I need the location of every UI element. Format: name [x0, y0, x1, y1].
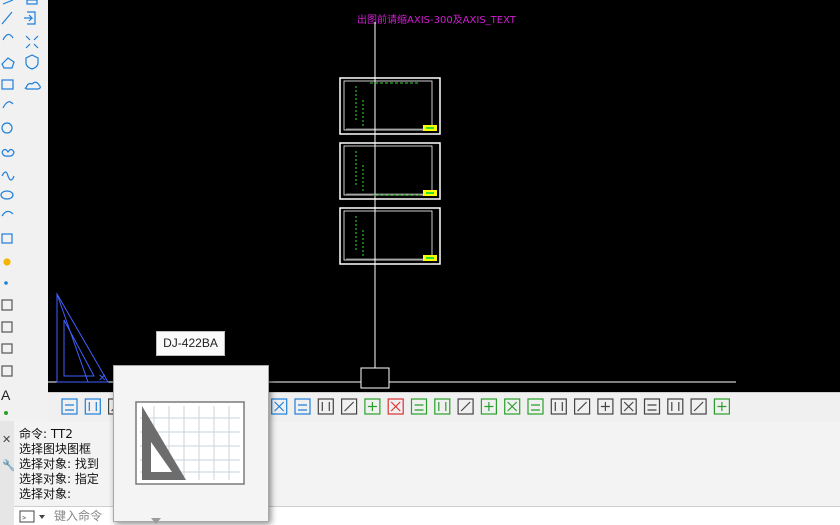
block-preview-image: [135, 401, 245, 485]
close-icon[interactable]: ✕: [2, 433, 11, 446]
command-panel-side: ✕ 🔧: [0, 421, 16, 525]
grid-icon[interactable]: [480, 398, 497, 415]
pipe-icon[interactable]: [410, 398, 428, 415]
title-block-frame[interactable]: [339, 77, 441, 135]
insert-block-icon[interactable]: [1, 233, 13, 244]
dots-icon[interactable]: [504, 398, 521, 415]
region-icon[interactable]: [1, 343, 13, 354]
point-icon[interactable]: [4, 281, 8, 285]
polygon-icon[interactable]: [1, 57, 15, 69]
chevron-down-icon[interactable]: [39, 515, 45, 519]
break-icon[interactable]: [317, 398, 334, 415]
arrow-icon[interactable]: [364, 398, 381, 415]
ellipse-icon[interactable]: [0, 190, 14, 200]
drawing-frames: [339, 77, 441, 265]
left-toolbar-icons: A: [0, 0, 41, 415]
rectangle-icon[interactable]: [1, 79, 14, 90]
line-icon[interactable]: [2, 0, 14, 5]
wire-icon[interactable]: [643, 398, 661, 415]
wrench-icon[interactable]: 🔧: [2, 458, 16, 472]
table-icon[interactable]: [1, 365, 13, 377]
erase-icon[interactable]: [387, 398, 404, 415]
measure-icon[interactable]: [294, 398, 311, 415]
left-draw-toolbar: A: [0, 0, 49, 425]
save-as-icon[interactable]: [84, 398, 101, 415]
polyline-icon[interactable]: [1, 11, 13, 25]
arc2-icon[interactable]: [2, 101, 14, 109]
text-icon[interactable]: [597, 398, 614, 415]
svg-text:>_: >_: [22, 514, 31, 522]
toolbar-top-icon[interactable]: [26, 0, 38, 5]
select-icon[interactable]: [341, 398, 358, 415]
shield-icon[interactable]: [25, 54, 39, 70]
block-preview-popup: [113, 365, 269, 522]
save-icon[interactable]: [61, 398, 78, 415]
draw-icon[interactable]: [434, 398, 451, 415]
add-selected-icon[interactable]: [4, 411, 8, 415]
block-icon[interactable]: [573, 398, 591, 415]
parallel-icon[interactable]: [457, 398, 474, 415]
hatch-icon[interactable]: [1, 299, 13, 311]
cad-window: A 出图前请缩AXIS-300及AXIS_TEXT ✕ ✕ 🔧 命令: TT2 …: [0, 0, 840, 525]
gradient-icon[interactable]: [1, 321, 13, 333]
title-block-frame[interactable]: [339, 207, 441, 265]
stretch-icon[interactable]: [271, 398, 288, 415]
arc-icon[interactable]: [2, 33, 14, 41]
copy-icon[interactable]: [667, 398, 684, 415]
loop-icon[interactable]: [620, 398, 637, 415]
spline-icon[interactable]: [1, 171, 15, 181]
preview-pointer: [151, 518, 161, 524]
base-block[interactable]: [360, 367, 390, 389]
block-name-tooltip: DJ-422BA: [156, 331, 225, 356]
text-icon[interactable]: A: [1, 387, 11, 403]
ellipse-arc-icon[interactable]: [1, 210, 14, 217]
settings-icon[interactable]: [713, 398, 731, 415]
tag-icon[interactable]: [690, 398, 707, 415]
circle-icon[interactable]: [1, 122, 13, 134]
cloud-icon[interactable]: [1, 148, 15, 157]
triangle-label: ✕: [98, 373, 106, 384]
import-icon[interactable]: [24, 11, 36, 25]
column-icon[interactable]: [527, 398, 544, 415]
command-side-icons: ✕ 🔧: [2, 433, 16, 472]
explode-icon[interactable]: [25, 35, 39, 49]
cloud-storage-icon[interactable]: [24, 81, 41, 90]
cabinet-icon[interactable]: [550, 398, 567, 415]
title-block-frame[interactable]: [339, 142, 441, 200]
triangle-shape: [56, 292, 109, 383]
make-block-icon[interactable]: [3, 258, 11, 266]
command-prompt-icon[interactable]: >_: [18, 508, 54, 525]
